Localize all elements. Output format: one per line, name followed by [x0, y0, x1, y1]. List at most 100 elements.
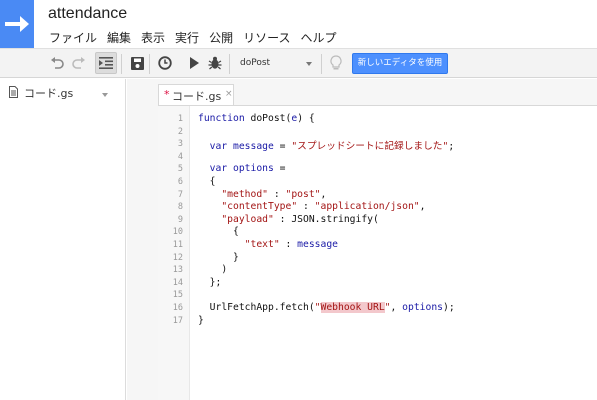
line-number: 3 [177, 139, 183, 150]
menu-help[interactable]: ヘルプ [297, 29, 339, 46]
line-number: 9 [177, 214, 183, 225]
line-number: 12 [172, 252, 183, 263]
editor-area: * コード.gs × 1 2 3 4 5 6 7 8 9 10 11 12 13… [127, 79, 597, 400]
code-token: var [198, 163, 228, 175]
line-number-gutter: 1 2 3 4 5 6 7 8 9 10 11 12 13 14 15 16 1… [158, 106, 190, 400]
toolbar-divider [229, 54, 230, 74]
project-title[interactable]: attendance [48, 5, 127, 23]
code-token: message [227, 141, 274, 153]
unsaved-indicator: * [164, 88, 170, 101]
file-menu-chevron-icon[interactable] [102, 93, 108, 97]
code-token: function [198, 113, 245, 124]
indent-icon [99, 57, 113, 69]
line-number: 6 [177, 177, 183, 187]
menu-bar: ファイル 編集 表示 実行 公開 リソース ヘルプ [46, 29, 344, 46]
code-line-13: ) [198, 264, 228, 276]
file-name: コード.gs [24, 87, 74, 100]
menu-publish[interactable]: 公開 [206, 29, 236, 46]
line-number: 5 [177, 164, 183, 175]
undo-button[interactable] [46, 52, 68, 74]
code-line-14: }; [198, 276, 222, 288]
code-line-11: "text" : message [198, 239, 338, 250]
menu-file[interactable]: ファイル [46, 29, 100, 46]
webhook-url-placeholder: Webhook URL [320, 302, 385, 313]
code-line-12: } [198, 251, 239, 263]
bug-icon [208, 56, 222, 70]
code-token: = [273, 163, 286, 175]
code-token: " [314, 302, 321, 313]
run-button[interactable] [183, 52, 205, 74]
undo-icon [51, 57, 64, 69]
file-item[interactable]: コード.gs [0, 82, 125, 104]
tab-label: コード.gs [172, 90, 222, 103]
code-token: var [198, 141, 228, 153]
code-token: = [273, 141, 292, 153]
line-number: 17 [172, 315, 183, 326]
code-line-9: "payload" : JSON.stringify( [198, 213, 379, 225]
line-number: 13 [172, 265, 183, 276]
function-select[interactable]: doPost [234, 53, 318, 75]
code-token: message [297, 239, 338, 250]
code-line-17: } [198, 314, 204, 326]
lightbulb-icon [330, 55, 342, 70]
code-line-6: { [198, 176, 216, 187]
code-token: options [227, 163, 274, 175]
code-token: ) { [297, 113, 315, 124]
code-editor[interactable]: 1 2 3 4 5 6 7 8 9 10 11 12 13 14 15 16 1… [158, 105, 597, 400]
lightbulb-button[interactable] [325, 52, 347, 74]
code-line-5: var options = [198, 163, 286, 174]
redo-icon [72, 57, 85, 69]
code-token: : JSON.stringify( [273, 213, 379, 225]
apps-script-logo[interactable] [0, 0, 34, 48]
redo-button[interactable] [68, 52, 90, 74]
line-number: 16 [172, 303, 183, 313]
code-token: UrlFetchApp.fetch( [198, 302, 315, 313]
save-button[interactable] [126, 52, 148, 74]
clock-icon [158, 56, 172, 70]
code-token: options [402, 302, 443, 313]
code-token: "スプレッドシートに記録しました" [291, 141, 449, 153]
close-icon[interactable]: × [225, 89, 233, 99]
toolbar-divider [149, 54, 150, 74]
code-line-10: { [198, 226, 239, 238]
document-icon [9, 86, 18, 98]
line-number: 11 [172, 240, 183, 250]
tab-code-gs[interactable]: * コード.gs × [158, 84, 234, 106]
chevron-down-icon [306, 62, 312, 66]
indent-button[interactable] [95, 52, 117, 74]
line-number: 1 [177, 114, 183, 124]
line-number: 7 [177, 189, 183, 200]
code-token: , [390, 302, 403, 313]
code-token: "contentType" [198, 201, 298, 213]
code-line-16: UrlFetchApp.fetch("Webhook URL", options… [198, 302, 455, 313]
line-number: 4 [177, 151, 183, 162]
menu-view[interactable]: 表示 [138, 29, 168, 46]
floppy-disk-icon [130, 56, 144, 70]
line-number: 15 [172, 290, 183, 301]
menu-run[interactable]: 実行 [172, 29, 202, 46]
code-token: "application/json" [314, 201, 420, 213]
menu-edit[interactable]: 編集 [104, 29, 134, 46]
use-new-editor-button[interactable]: 新しいエディタを使用 [352, 53, 448, 74]
code-token: , [320, 188, 327, 200]
code-line-3: var message = "スプレッドシートに記録しました"; [198, 138, 455, 153]
toolbar: doPost 新しいエディタを使用 [0, 48, 597, 78]
code-line-1: function doPost(e) { [198, 113, 315, 124]
code-token: , [419, 201, 426, 213]
file-panel: コード.gs [0, 79, 126, 400]
arrow-right-icon [5, 16, 29, 32]
play-icon [190, 57, 199, 69]
menu-resources[interactable]: リソース [240, 29, 293, 46]
line-number: 8 [177, 202, 183, 213]
function-select-value: doPost [240, 58, 271, 68]
triggers-button[interactable] [154, 52, 176, 74]
code-token: "method" [198, 188, 268, 200]
code-token: "text" [198, 239, 280, 250]
code-token: "post" [285, 188, 321, 200]
toolbar-divider [121, 54, 122, 74]
code-line-7: "method" : "post", [198, 189, 326, 200]
debug-button[interactable] [204, 52, 226, 74]
code-token: ; [448, 141, 455, 153]
line-number: 2 [177, 126, 183, 137]
toolbar-divider [321, 54, 322, 74]
